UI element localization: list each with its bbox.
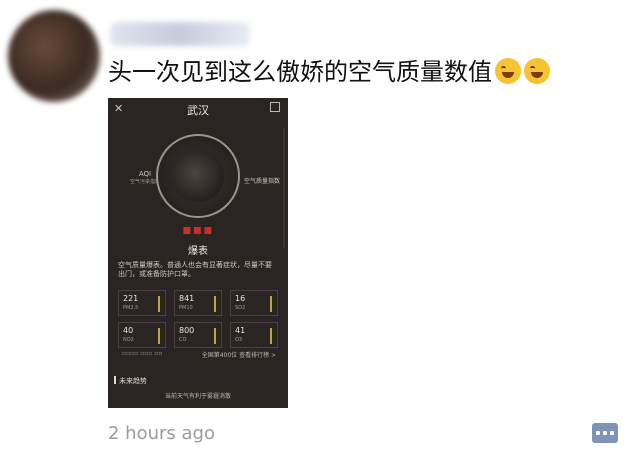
metric-cell: 41 O3 [230, 322, 278, 348]
aqi-dial [156, 134, 240, 218]
caption-text: 头一次见到这么傲娇的空气质量数值 [108, 58, 492, 86]
metric-cell: 841 PM10 [174, 290, 222, 316]
metric-value: 16 [235, 294, 246, 303]
dot-icon [610, 431, 614, 435]
rofl-emoji-icon [495, 58, 521, 84]
metric-bar [270, 328, 272, 344]
metric-cell: 40 NO2 [118, 322, 166, 348]
dot-icon [603, 431, 607, 435]
metric-cell: 800 CO [174, 322, 222, 348]
metric-value: 41 [235, 326, 246, 335]
metric-value: 841 [179, 294, 195, 303]
metric-bar [214, 328, 216, 344]
trend-label: 未来趋势 [119, 377, 147, 385]
metric-value: 40 [123, 326, 134, 335]
metric-bar [214, 296, 216, 312]
ranking-link: 全国第400位 查看排行榜 > [201, 352, 276, 359]
dot-icon [596, 431, 600, 435]
section-marker-icon [114, 376, 116, 384]
comment-button[interactable] [592, 423, 618, 443]
aqi-description: 空气质量爆表。普通人也会有显著症状，尽量不要出门，或准备防护口罩。 [118, 261, 272, 278]
metric-name: SO2 [235, 305, 246, 311]
metric-name: NO2 [123, 337, 134, 343]
metric-value: 221 [123, 294, 139, 303]
metric-name: CO [179, 337, 187, 343]
quality-label: 空气质量指数 [244, 178, 281, 185]
metric-bar [158, 296, 160, 312]
metric-value: 800 [179, 326, 195, 335]
aqi-value-blurred: ▪▪▪ [182, 222, 214, 238]
metric-name: PM10 [179, 305, 193, 311]
city-title: 武汉 [187, 104, 209, 117]
rofl-emoji-icon [524, 58, 550, 84]
metric-bar [270, 296, 272, 312]
post-caption: 头一次见到这么傲娇的空气质量数值 [108, 52, 550, 87]
update-time-blurred: ▫▫▫▫ ▫▫▫ ▫▫ [122, 350, 163, 357]
metric-cell: 16 SO2 [230, 290, 278, 316]
metric-name: O3 [235, 337, 243, 343]
share-icon [270, 102, 280, 112]
dial-center [172, 150, 224, 202]
trend-heading: 未来趋势 [114, 376, 147, 386]
aqi-level: 爆表 [188, 246, 208, 257]
attached-screenshot[interactable]: ✕ 武汉 AQI 空气污染指数 空气质量指数 ▪▪▪ 爆表 空气质量爆表。普通人… [108, 98, 288, 408]
post-timestamp: 2 hours ago [108, 423, 215, 444]
avatar[interactable] [8, 10, 100, 102]
author-name-blurred[interactable] [110, 22, 250, 46]
metric-bar [158, 328, 160, 344]
metric-name: PM2.5 [123, 305, 139, 311]
weather-advice: 当前天气有利于雾霾消散 [164, 393, 231, 400]
metric-cell: 221 PM2.5 [118, 290, 166, 316]
screenshot-header: ✕ 武汉 [108, 98, 288, 120]
